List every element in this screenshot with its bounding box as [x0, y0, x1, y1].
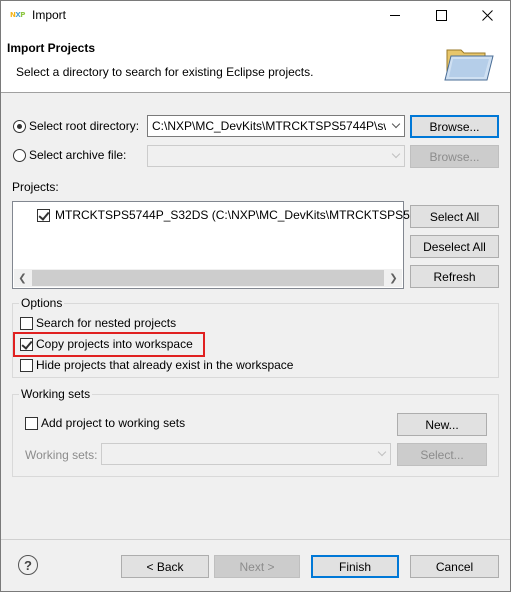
hide-existing-checkbox[interactable]	[20, 359, 33, 372]
search-nested-label: Search for nested projects	[36, 316, 177, 330]
archive-file-label: Select archive file:	[29, 148, 127, 162]
minimize-button[interactable]	[372, 1, 418, 30]
browse-directory-button[interactable]: Browse...	[410, 115, 499, 138]
horizontal-scrollbar[interactable]: ❮ ❯	[14, 269, 402, 287]
browse-archive-button[interactable]: Browse...	[410, 145, 499, 168]
options-title: Options	[19, 296, 65, 310]
working-sets-title: Working sets	[19, 387, 93, 401]
projects-list[interactable]: MTRCKTSPS5744P_S32DS (C:\NXP\MC_DevKits\…	[12, 201, 438, 289]
search-nested-checkbox[interactable]	[20, 317, 33, 330]
folder-banner-icon	[441, 42, 497, 84]
footer-separator	[1, 539, 510, 540]
hide-existing-label: Hide projects that already exist in the …	[36, 358, 294, 372]
next-button[interactable]: Next >	[214, 555, 300, 578]
archive-file-combo[interactable]	[147, 145, 405, 167]
project-name: MTRCKTSPS5744P_S32DS (C:\NXP\MC_DevKits\…	[55, 208, 438, 222]
add-to-working-sets-checkbox[interactable]	[25, 417, 38, 430]
refresh-button[interactable]: Refresh	[410, 265, 499, 288]
window-title: Import	[32, 8, 67, 22]
new-working-set-button[interactable]: New...	[397, 413, 487, 436]
root-directory-combo[interactable]: C:\NXP\MC_DevKits\MTRCKTSPS5744P\sw\	[147, 115, 405, 137]
wizard-header: Import Projects Select a directory to se…	[1, 30, 510, 93]
root-directory-label: Select root directory:	[29, 119, 140, 133]
cancel-button[interactable]: Cancel	[410, 555, 499, 578]
chevron-down-icon	[378, 449, 386, 457]
maximize-button[interactable]	[418, 1, 464, 30]
chevron-down-icon	[392, 151, 400, 159]
select-all-button[interactable]: Select All	[410, 205, 499, 228]
close-button[interactable]	[464, 1, 510, 30]
title-bar: NXP Import	[1, 1, 510, 30]
list-item[interactable]: MTRCKTSPS5744P_S32DS (C:\NXP\MC_DevKits\…	[13, 207, 438, 225]
help-icon[interactable]: ?	[18, 555, 38, 575]
scroll-left-icon[interactable]: ❮	[14, 269, 31, 287]
highlight-box	[13, 332, 205, 357]
working-sets-combo[interactable]	[101, 443, 391, 465]
page-description: Select a directory to search for existin…	[16, 65, 314, 79]
close-icon	[481, 10, 493, 21]
project-checkbox[interactable]	[37, 209, 50, 222]
add-to-working-sets-label: Add project to working sets	[41, 416, 186, 430]
chevron-down-icon	[392, 121, 400, 129]
finish-button[interactable]: Finish	[311, 555, 399, 578]
archive-file-radio[interactable]	[13, 149, 26, 162]
nxp-logo-icon: NXP	[10, 11, 25, 19]
root-directory-radio[interactable]	[13, 120, 26, 133]
back-button[interactable]: < Back	[121, 555, 209, 578]
root-directory-value: C:\NXP\MC_DevKits\MTRCKTSPS5744P\sw\	[152, 119, 386, 133]
import-dialog: NXP Import Import Projects Select a dire…	[0, 0, 511, 592]
working-sets-label: Working sets:	[25, 448, 98, 462]
select-working-sets-button[interactable]: Select...	[397, 443, 487, 466]
scroll-right-icon[interactable]: ❯	[385, 269, 402, 287]
projects-label: Projects:	[12, 180, 59, 194]
scrollbar-thumb[interactable]	[32, 270, 384, 286]
deselect-all-button[interactable]: Deselect All	[410, 235, 499, 258]
page-title: Import Projects	[7, 41, 96, 55]
